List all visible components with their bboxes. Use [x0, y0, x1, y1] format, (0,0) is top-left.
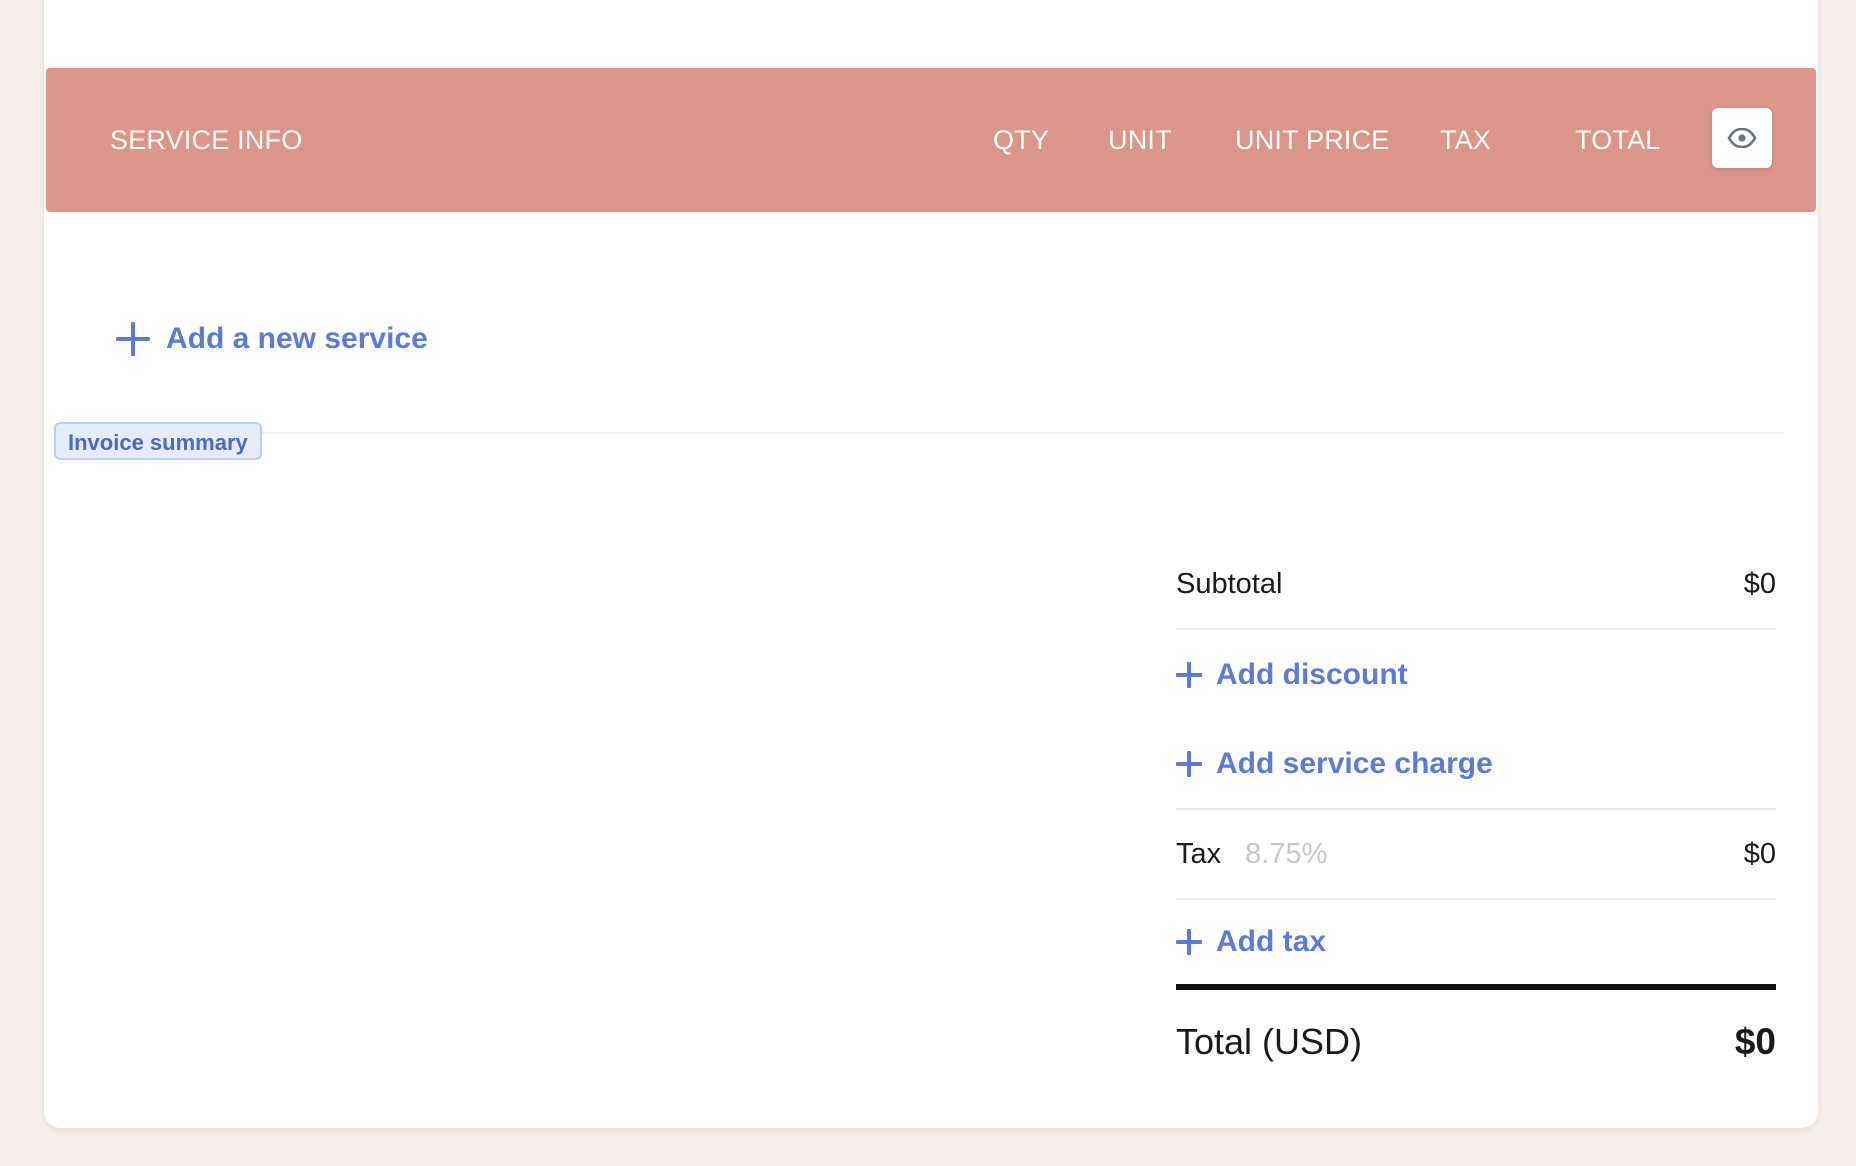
tax-row: Tax 8.75% $0 [1176, 810, 1776, 900]
add-service-label: Add a new service [166, 322, 428, 355]
column-header-qty: QTY [993, 125, 1050, 155]
column-header-total: TOTAL [1575, 125, 1661, 155]
add-tax-label: Add tax [1216, 925, 1327, 958]
plus-icon [1176, 751, 1202, 777]
services-table-header: SERVICE INFO QTY UNIT UNIT PRICE TAX TOT… [46, 68, 1816, 212]
plus-icon [116, 322, 150, 356]
add-discount-row: Add discount [1176, 630, 1776, 720]
add-tax-row: Add tax [1176, 900, 1776, 990]
tax-value: $0 [1743, 837, 1776, 870]
tax-rate[interactable]: 8.75% [1245, 838, 1327, 871]
column-header-unit: UNIT [1108, 125, 1172, 155]
column-header-tax: TAX [1440, 125, 1492, 155]
plus-icon [1176, 662, 1202, 688]
add-discount-button[interactable]: Add discount [1176, 658, 1408, 692]
invoice-summary: Subtotal $0 Add discount Add service cha… [1176, 540, 1776, 1094]
eye-icon [1727, 128, 1757, 148]
column-header-service-info: SERVICE INFO [110, 125, 303, 155]
total-row: Total (USD) $0 [1176, 990, 1776, 1094]
add-service-charge-button[interactable]: Add service charge [1176, 747, 1493, 781]
add-tax-button[interactable]: Add tax [1176, 925, 1326, 959]
section-divider [262, 432, 1784, 434]
column-header-unit-price: UNIT PRICE [1235, 125, 1390, 155]
toggle-columns-button[interactable] [1712, 108, 1772, 168]
subtotal-label: Subtotal [1176, 567, 1283, 600]
total-value: $0 [1734, 1021, 1776, 1062]
total-label: Total (USD) [1176, 1021, 1363, 1062]
add-service-charge-label: Add service charge [1216, 747, 1493, 780]
tax-label: Tax [1176, 837, 1222, 870]
invoice-summary-badge: Invoice summary [54, 422, 262, 460]
plus-icon [1176, 929, 1202, 955]
subtotal-value: $0 [1743, 567, 1776, 600]
add-service-button[interactable]: Add a new service [116, 318, 428, 360]
subtotal-row: Subtotal $0 [1176, 540, 1776, 630]
add-service-charge-row: Add service charge [1176, 720, 1776, 810]
add-discount-label: Add discount [1216, 658, 1408, 691]
